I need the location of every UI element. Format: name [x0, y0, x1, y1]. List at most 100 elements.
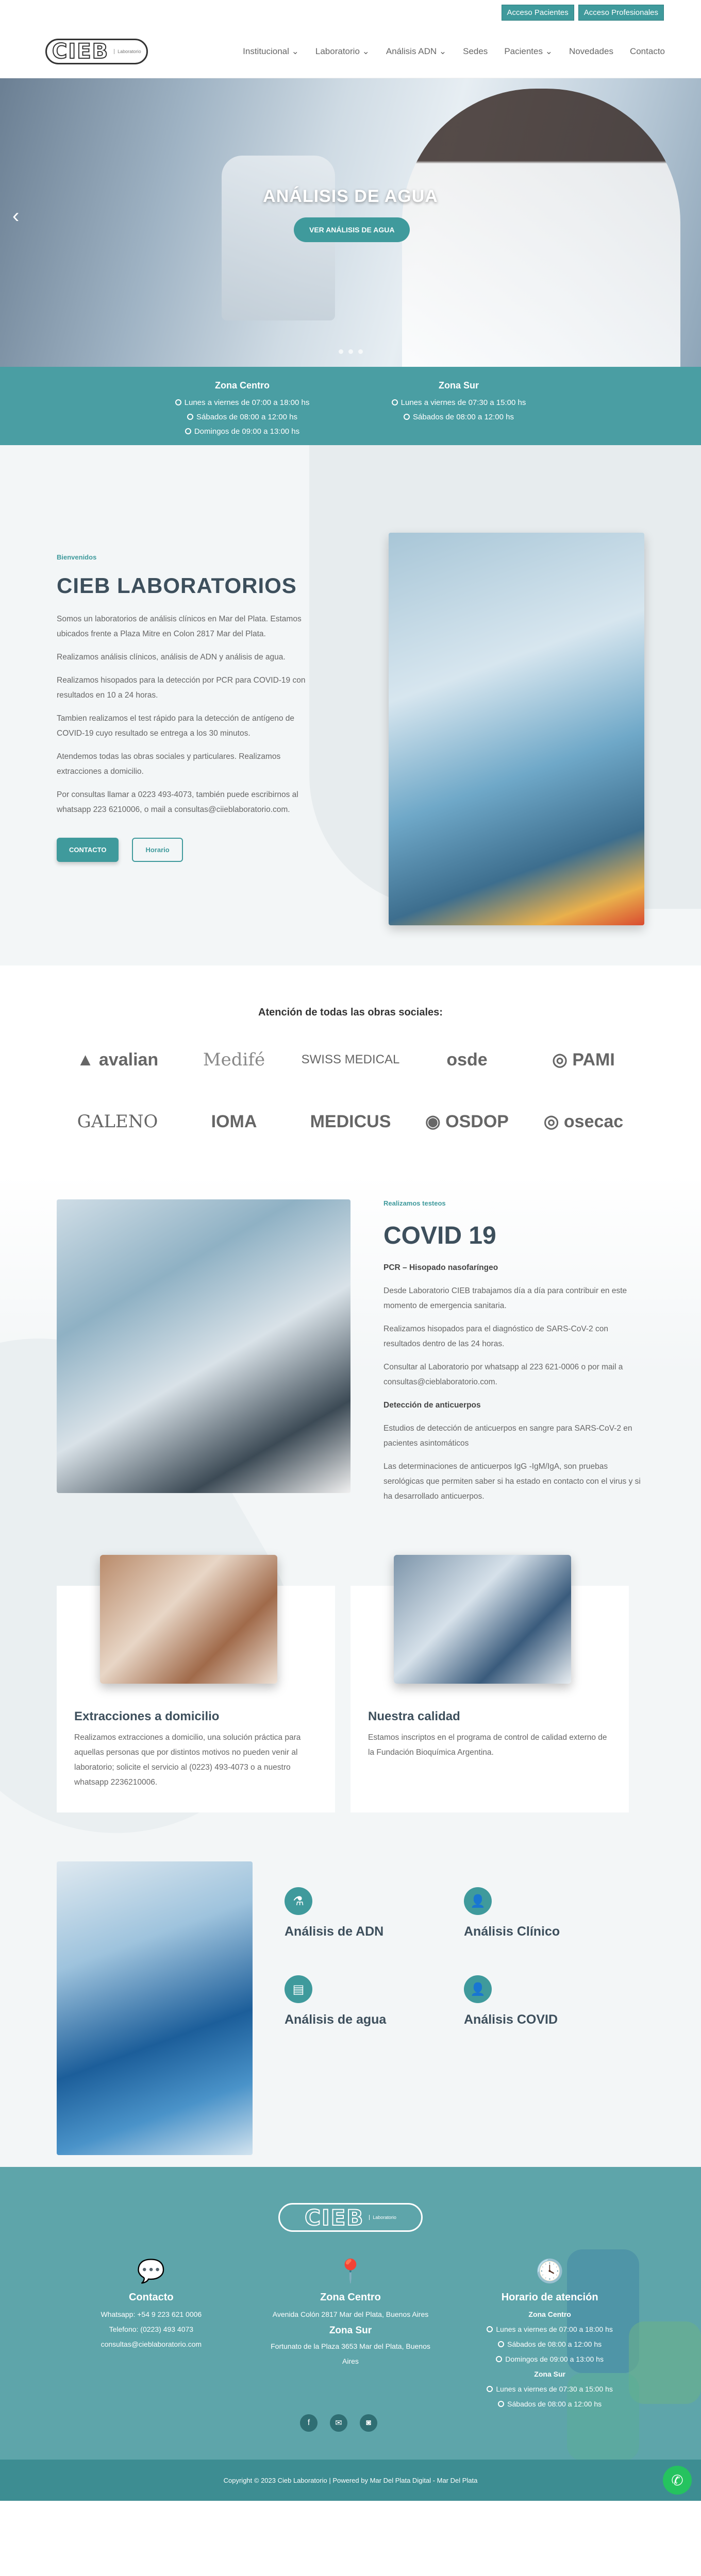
footer-contact-title: Contacto	[128, 2292, 174, 2303]
menu-item-analisis-adn[interactable]: Análisis ADN ⌄	[386, 46, 446, 57]
map-pin-icon: 📍	[336, 2259, 365, 2284]
main-navbar: CIEB Laboratorio Institucional ⌄ Laborat…	[0, 25, 701, 78]
analysis-item-agua[interactable]: ▤ Análisis de agua	[285, 1975, 464, 2027]
logo-swiss-medical: SWISS MEDICAL	[301, 1053, 400, 1066]
hero-cta-button[interactable]: VER ANÁLISIS DE AGUA	[294, 217, 410, 242]
logo-medicus: MEDICUS	[310, 1111, 391, 1131]
clock-icon	[498, 2341, 505, 2348]
about-paragraph: Somos un laboratorios de análisis clínic…	[57, 615, 302, 638]
menu-item-institucional[interactable]: Institucional ⌄	[243, 46, 299, 57]
analysis-item-covid[interactable]: 👤 Análisis COVID	[464, 1975, 643, 2027]
slider-dot[interactable]	[358, 349, 363, 354]
footer-whatsapp[interactable]: Whatsapp: +54 9 223 621 0006	[69, 2307, 233, 2322]
footer-contact: 💬 Contacto Whatsapp: +54 9 223 621 0006 …	[69, 2257, 233, 2412]
covid-paragraph: Consultar al Laboratorio por whatsapp al…	[383, 1363, 623, 1386]
hours-line: Sábados de 08:00 a 12:00 hs	[468, 2337, 632, 2352]
contact-button[interactable]: CONTACTO	[57, 838, 119, 862]
hours-line: Sábados de 08:00 a 12:00 hs	[175, 410, 310, 425]
covid-section: Realizamos testeos COVID 19 PCR – Hisopa…	[0, 1174, 701, 2167]
covid-paragraph: Las determinaciones de anticuerpos IgG -…	[383, 1462, 641, 1501]
card-text: Estamos inscriptos en el programa de con…	[368, 1733, 607, 1757]
insurance-logos: ▲ avalian Medifé SWISS MEDICAL osde ◎ PA…	[0, 1039, 701, 1142]
microscope-scientist-image	[57, 1199, 350, 1493]
about-section: Bienvenidos CIEB LABORATORIOS Somos un l…	[0, 445, 701, 965]
hours-line: Lunes a viernes de 07:30 a 15:00 hs	[468, 2382, 632, 2397]
doctor-icon: 👤	[464, 1975, 492, 2003]
dna-icon: ⚗	[285, 1887, 312, 1915]
clock-icon	[498, 2401, 505, 2408]
clock-icon	[185, 428, 191, 435]
analysis-title: Análisis COVID	[464, 2012, 558, 2027]
footer-columns: 💬 Contacto Whatsapp: +54 9 223 621 0006 …	[52, 2257, 649, 2412]
about-paragraph: Realizamos hisopados para la detección p…	[57, 676, 306, 700]
service-cards: Extracciones a domicilio Realizamos extr…	[57, 1555, 629, 1812]
hours-line: Lunes a viernes de 07:00 a 18:00 hs	[468, 2322, 632, 2337]
logo-subtitle: Laboratorio	[369, 2215, 396, 2220]
lab-researchers-image	[389, 533, 644, 925]
footer-logo[interactable]: CIEB Laboratorio	[278, 2203, 423, 2232]
social-links: f ✉ ◙	[300, 2414, 377, 2432]
clock-icon	[175, 399, 181, 406]
logo-mark: CIEB	[52, 39, 109, 64]
footer-hours-title: Horario de atención	[501, 2292, 598, 2303]
home-extraction-image	[100, 1555, 277, 1684]
professional-access-button[interactable]: Acceso Profesionales	[578, 4, 664, 21]
covid-paragraph: Realizamos hisopados para el diagnóstico…	[383, 1325, 608, 1348]
covid-subtitle-pcr: PCR – Hisopado nasofaríngeo	[383, 1263, 498, 1272]
hours-line: Lunes a viernes de 07:00 a 18:00 hs	[175, 396, 309, 410]
schedule-button[interactable]: Horario	[132, 838, 183, 862]
slider-dot[interactable]	[348, 349, 353, 354]
hours-bar: Zona Centro Lunes a viernes de 07:00 a 1…	[0, 367, 701, 445]
whatsapp-float-icon[interactable]: ✆	[663, 2466, 692, 2495]
whatsapp-icon[interactable]: ◙	[360, 2414, 377, 2432]
slider-dot[interactable]	[338, 349, 343, 354]
document-icon: ▤	[285, 1975, 312, 2003]
footer-hours: 🕓 Horario de atención Zona Centro Lunes …	[468, 2257, 632, 2412]
card-title: Extracciones a domicilio	[74, 1709, 220, 1723]
patient-access-button[interactable]: Acceso Pacientes	[501, 4, 574, 21]
hours-line: Sábados de 08:00 a 12:00 hs	[468, 2397, 632, 2412]
facebook-icon[interactable]: f	[300, 2414, 318, 2432]
about-text: Bienvenidos CIEB LABORATORIOS Somos un l…	[57, 553, 314, 862]
footer-sur-title: Zona Sur	[329, 2325, 372, 2336]
analysis-item-clinico[interactable]: 👤 Análisis Clínico	[464, 1887, 643, 1939]
main-menu: Institucional ⌄ Laboratorio ⌄ Análisis A…	[243, 46, 665, 57]
footer-phone[interactable]: Telefono: (0223) 493 4073	[69, 2322, 233, 2337]
menu-item-novedades[interactable]: Novedades	[569, 46, 613, 57]
logo-medife: Medifé	[203, 1049, 265, 1070]
logo-osde: osde	[446, 1049, 488, 1070]
analysis-title: Análisis de ADN	[285, 1924, 384, 1939]
about-paragraph: Atendemos todas las obras sociales y par…	[57, 752, 281, 776]
menu-item-sedes[interactable]: Sedes	[463, 46, 488, 57]
clock-icon	[487, 2386, 493, 2393]
site-logo[interactable]: CIEB Laboratorio	[45, 38, 148, 64]
copyright-bar: Copyright © 2023 Cieb Laboratorio | Powe…	[0, 2460, 701, 2501]
email-icon[interactable]: ✉	[330, 2414, 347, 2432]
about-title: CIEB LABORATORIOS	[57, 573, 297, 598]
logo-ioma: IOMA	[211, 1111, 257, 1131]
covid-subtitle-antibodies: Detección de anticuerpos	[383, 1401, 481, 1410]
hours-sur-title: Zona Sur	[438, 380, 479, 391]
hours-sur: Zona Sur Lunes a viernes de 07:30 a 15:0…	[391, 378, 526, 445]
card-title: Nuestra calidad	[368, 1709, 460, 1723]
menu-item-laboratorio[interactable]: Laboratorio ⌄	[315, 46, 370, 57]
menu-item-pacientes[interactable]: Pacientes ⌄	[504, 46, 553, 57]
footer-centro-address: Avenida Colón 2817 Mar del Plata, Buenos…	[272, 2310, 429, 2318]
card-text: Realizamos extracciones a domicilio, una…	[74, 1733, 301, 1787]
slider-prev-arrow[interactable]: ‹	[12, 205, 19, 228]
footer-sur-address: Fortunato de la Plaza 3653 Mar del Plata…	[271, 2342, 430, 2365]
footer-centro-title: Zona Centro	[320, 2292, 381, 2303]
menu-item-contacto[interactable]: Contacto	[630, 46, 665, 57]
footer-hours-sur: Zona Sur	[534, 2370, 565, 2378]
analysis-item-adn[interactable]: ⚗ Análisis de ADN	[285, 1887, 464, 1939]
about-paragraph: Tambien realizamos el test rápido para l…	[57, 714, 294, 738]
person-icon: 👤	[464, 1887, 492, 1915]
covid-paragraph: Desde Laboratorio CIEB trabajamos día a …	[383, 1286, 627, 1310]
footer-email[interactable]: consultas@cieblaboratorio.com	[69, 2337, 233, 2352]
about-paragraph: Por consultas llamar a 0223 493-4073, ta…	[57, 790, 298, 814]
logo-galeno: GALENO	[77, 1111, 158, 1132]
clock-icon	[404, 414, 410, 420]
covid-title: COVID 19	[383, 1222, 496, 1249]
analysis-title: Análisis de agua	[285, 2012, 387, 2027]
site-footer: CIEB Laboratorio 💬 Contacto Whatsapp: +5…	[0, 2167, 701, 2460]
